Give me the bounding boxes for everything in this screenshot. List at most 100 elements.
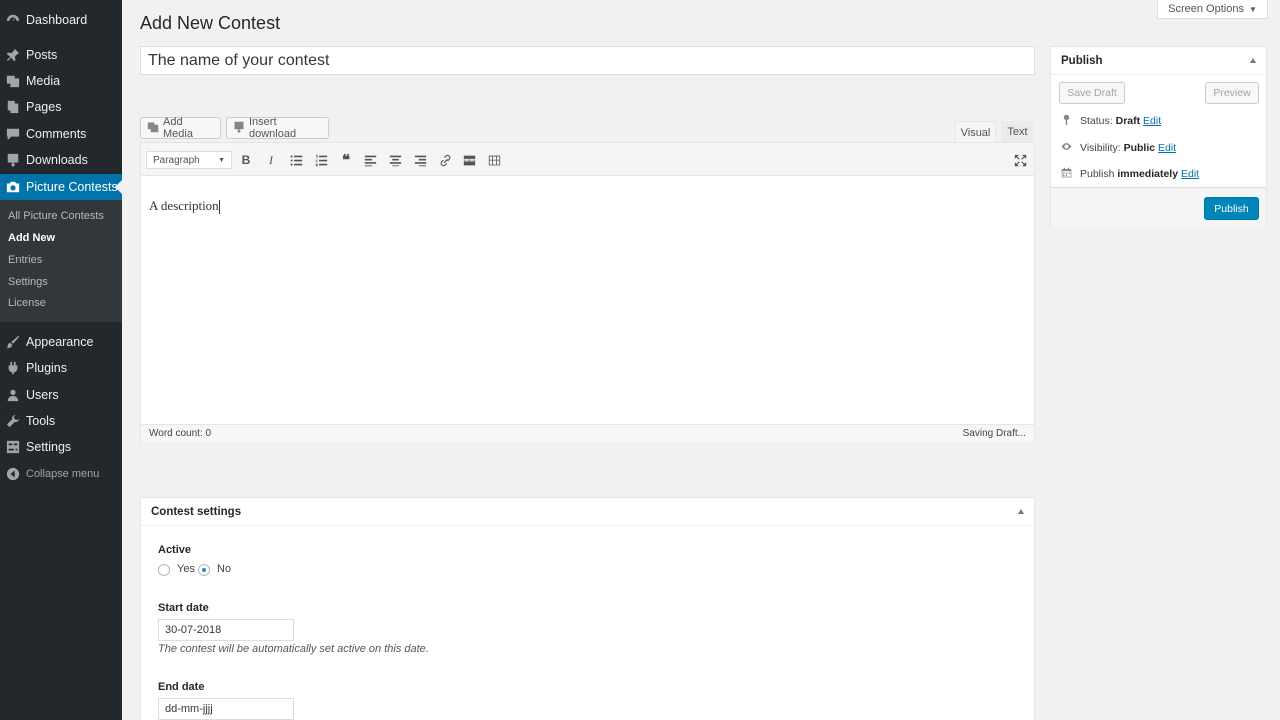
start-date-input[interactable] bbox=[158, 619, 294, 641]
end-date-label: End date bbox=[158, 681, 205, 693]
active-label: Active bbox=[158, 544, 192, 556]
add-media-button[interactable]: Add Media bbox=[140, 116, 221, 140]
insert-download-button[interactable]: Insert download bbox=[226, 116, 329, 140]
sidebar-item-label: Media bbox=[26, 74, 61, 88]
link-icon[interactable] bbox=[436, 151, 454, 169]
start-date-help: The contest will be automatically set ac… bbox=[158, 643, 429, 655]
submenu-settings[interactable]: Settings bbox=[8, 276, 48, 288]
page-title: Add New Contest bbox=[140, 13, 281, 33]
comments-icon bbox=[0, 127, 26, 141]
active-no-label: No bbox=[217, 563, 232, 575]
edit-status-link[interactable]: Edit bbox=[1143, 115, 1161, 127]
align-left-icon[interactable] bbox=[361, 151, 379, 169]
sidebar-item-tools[interactable]: Tools bbox=[0, 408, 122, 434]
collapse-menu-label: Collapse menu bbox=[26, 468, 100, 480]
bold-icon[interactable]: B bbox=[237, 151, 255, 169]
plugin-icon bbox=[0, 361, 26, 375]
eye-icon bbox=[1061, 141, 1072, 155]
editor-toolbar: Paragraph ▼ B I ❝ bbox=[141, 143, 1034, 176]
edit-schedule-link[interactable]: Edit bbox=[1181, 168, 1199, 180]
toolbar-toggle-icon[interactable] bbox=[485, 151, 503, 169]
align-right-icon[interactable] bbox=[411, 151, 429, 169]
contest-settings-title: Contest settings bbox=[151, 505, 242, 518]
content-editor: Paragraph ▼ B I ❝ A description Word cou… bbox=[140, 142, 1035, 442]
preview-button[interactable]: Preview bbox=[1205, 82, 1259, 104]
add-media-label: Add Media bbox=[163, 116, 193, 140]
align-center-icon[interactable] bbox=[386, 151, 404, 169]
autosave-status: Saving Draft... bbox=[962, 428, 1026, 439]
calendar-icon bbox=[1061, 167, 1072, 181]
status-value: Draft bbox=[1115, 115, 1141, 127]
submenu-all-picture-contests[interactable]: All Picture Contests bbox=[8, 210, 104, 222]
settings-icon bbox=[0, 440, 26, 454]
active-yes-radio[interactable] bbox=[158, 564, 170, 576]
editor-content[interactable]: A description bbox=[149, 198, 220, 215]
post-title-input[interactable] bbox=[140, 46, 1035, 75]
italic-icon[interactable]: I bbox=[262, 151, 280, 169]
wrench-icon bbox=[0, 414, 26, 428]
save-draft-button[interactable]: Save Draft bbox=[1059, 82, 1125, 104]
insert-download-label: Insert download bbox=[249, 116, 297, 140]
start-date-label: Start date bbox=[158, 602, 209, 614]
publish-timing: immediately bbox=[1117, 168, 1179, 180]
publish-label: Publish bbox=[1080, 168, 1115, 180]
sidebar-item-users[interactable]: Users bbox=[0, 382, 122, 408]
read-more-icon[interactable] bbox=[460, 151, 478, 169]
sidebar-item-dashboard[interactable]: Dashboard bbox=[0, 7, 122, 33]
sidebar-item-picture-contests[interactable]: Picture Contests bbox=[0, 174, 122, 200]
active-no-radio[interactable] bbox=[198, 564, 210, 576]
editor-statusbar: Word count: 0 Saving Draft... bbox=[141, 424, 1034, 442]
sidebar-item-appearance[interactable]: Appearance bbox=[0, 329, 122, 355]
collapse-icon bbox=[0, 467, 26, 481]
dashboard-icon bbox=[0, 13, 26, 27]
caret-down-icon: ▼ bbox=[218, 156, 225, 164]
bullet-list-icon[interactable] bbox=[287, 151, 305, 169]
format-select[interactable]: Paragraph ▼ bbox=[146, 151, 232, 169]
camera-icon bbox=[0, 180, 26, 194]
tab-text[interactable]: Text bbox=[1001, 121, 1034, 143]
sidebar-item-settings[interactable]: Settings bbox=[0, 434, 122, 460]
pin-icon bbox=[0, 48, 26, 62]
format-select-value: Paragraph bbox=[153, 154, 200, 166]
sidebar-item-label: Tools bbox=[26, 414, 56, 428]
publish-box-header[interactable]: Publish bbox=[1051, 47, 1266, 75]
sidebar-item-label: Pages bbox=[26, 100, 62, 114]
sidebar-item-label: Comments bbox=[26, 127, 87, 141]
sidebar-item-posts[interactable]: Posts bbox=[0, 42, 122, 68]
admin-sidebar: Dashboard Posts Media Pages Comments Dow… bbox=[0, 0, 122, 720]
users-icon bbox=[0, 388, 26, 402]
sidebar-item-plugins[interactable]: Plugins bbox=[0, 355, 122, 381]
end-date-input[interactable] bbox=[158, 698, 294, 720]
pin-icon bbox=[1061, 114, 1072, 128]
blockquote-icon[interactable]: ❝ bbox=[337, 151, 355, 169]
schedule-row: Publish immediately Edit bbox=[1061, 167, 1199, 181]
status-row: Status: Draft Edit bbox=[1061, 114, 1161, 128]
collapse-menu-button[interactable]: Collapse menu bbox=[0, 461, 122, 487]
publish-button[interactable]: Publish bbox=[1204, 197, 1259, 220]
visibility-value: Public bbox=[1123, 142, 1156, 154]
numbered-list-icon[interactable] bbox=[312, 151, 330, 169]
fullscreen-icon[interactable] bbox=[1011, 151, 1029, 169]
text-caret bbox=[218, 200, 220, 215]
sidebar-item-media[interactable]: Media bbox=[0, 68, 122, 94]
sidebar-item-downloads[interactable]: Downloads bbox=[0, 147, 122, 173]
status-label: Status: bbox=[1080, 115, 1113, 127]
submenu-entries[interactable]: Entries bbox=[8, 254, 42, 266]
sidebar-item-label: Users bbox=[26, 388, 59, 402]
edit-visibility-link[interactable]: Edit bbox=[1158, 142, 1176, 154]
media-icon bbox=[147, 121, 159, 136]
submenu-license[interactable]: License bbox=[8, 297, 46, 309]
contest-settings-header[interactable]: Contest settings bbox=[141, 498, 1034, 526]
sidebar-item-label: Picture Contests bbox=[26, 180, 118, 194]
publish-box: Publish Save Draft Preview Status: Draft… bbox=[1050, 46, 1267, 227]
sidebar-item-label: Appearance bbox=[26, 335, 94, 349]
pages-icon bbox=[0, 100, 26, 114]
download-icon bbox=[233, 121, 245, 136]
sidebar-item-pages[interactable]: Pages bbox=[0, 94, 122, 120]
submenu-add-new[interactable]: Add New bbox=[8, 232, 55, 244]
sidebar-item-label: Settings bbox=[26, 440, 72, 454]
tab-visual[interactable]: Visual bbox=[955, 121, 996, 143]
download-icon bbox=[0, 153, 26, 167]
sidebar-item-comments[interactable]: Comments bbox=[0, 121, 122, 147]
screen-options-button[interactable]: Screen Options ▼ bbox=[1157, 0, 1268, 19]
